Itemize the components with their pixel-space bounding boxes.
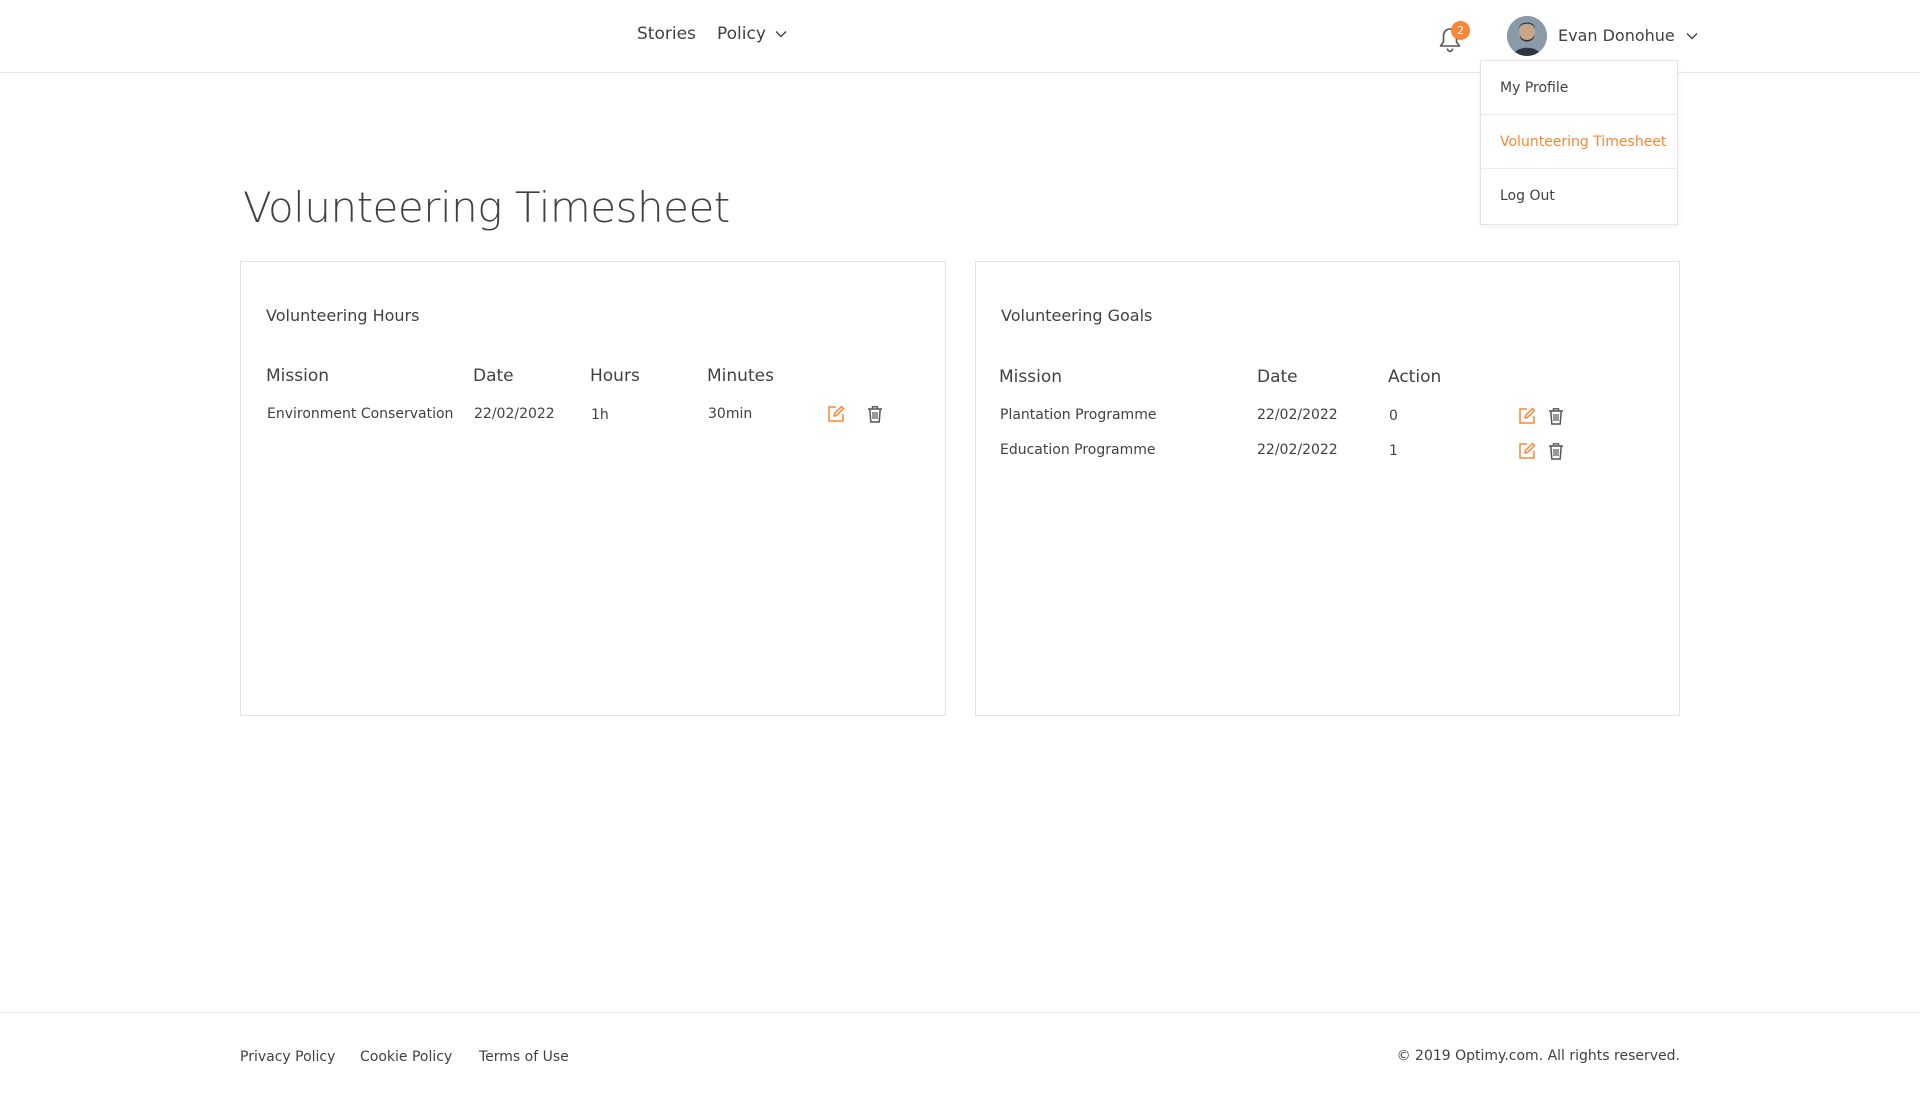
cell-mission: Plantation Programme [1000, 407, 1157, 423]
cell-hours: 1h [591, 407, 609, 423]
notification-badge: 2 [1451, 21, 1470, 40]
menu-item-my-profile[interactable]: My Profile [1481, 61, 1677, 115]
chevron-down-icon [775, 31, 787, 38]
nav-policy[interactable]: Policy [717, 24, 788, 44]
copyright-text: © 2019 Optimy.com. All rights reserved. [1396, 1048, 1680, 1064]
nav-stories[interactable]: Stories [637, 24, 696, 44]
volunteering-hours-card: Volunteering Hours Mission Date Hours Mi… [240, 261, 946, 716]
column-header-mission: Mission [999, 367, 1063, 387]
cell-mission: Environment Conservation [267, 406, 454, 422]
column-header-date: Date [1257, 367, 1298, 387]
user-dropdown-menu: My Profile Volunteering Timesheet Log Ou… [1480, 60, 1678, 225]
avatar[interactable] [1507, 16, 1547, 56]
card-title: Volunteering Goals [1001, 306, 1153, 325]
footer-link-privacy-policy[interactable]: Privacy Policy [240, 1049, 335, 1065]
cell-mission: Education Programme [1000, 442, 1156, 458]
cell-minutes: 30min [708, 406, 753, 422]
menu-item-volunteering-timesheet[interactable]: Volunteering Timesheet [1481, 115, 1677, 169]
column-header-minutes: Minutes [707, 366, 774, 386]
page-footer: Privacy Policy Cookie Policy Terms of Us… [0, 1012, 1920, 1102]
card-title: Volunteering Hours [266, 306, 420, 325]
volunteering-goals-card: Volunteering Goals Mission Date Action P… [975, 261, 1680, 716]
menu-item-log-out[interactable]: Log Out [1481, 169, 1677, 223]
edit-icon[interactable] [1517, 406, 1537, 426]
user-name: Evan Donohue [1558, 26, 1675, 45]
column-header-action: Action [1388, 367, 1442, 387]
footer-link-terms-of-use[interactable]: Terms of Use [479, 1049, 569, 1065]
edit-icon[interactable] [1517, 441, 1537, 461]
footer-link-cookie-policy[interactable]: Cookie Policy [360, 1049, 452, 1065]
chevron-down-icon [1686, 32, 1698, 39]
avatar-image [1507, 16, 1547, 56]
cell-action: 0 [1389, 408, 1398, 424]
cell-action: 1 [1389, 443, 1398, 459]
page-title: Volunteering Timesheet [243, 183, 730, 232]
trash-icon[interactable] [1546, 441, 1566, 461]
nav-policy-label: Policy [717, 24, 766, 44]
edit-icon[interactable] [826, 404, 846, 424]
column-header-date: Date [473, 366, 514, 386]
column-header-hours: Hours [590, 366, 640, 386]
column-header-mission: Mission [266, 366, 330, 386]
cell-date: 22/02/2022 [1257, 407, 1338, 423]
trash-icon[interactable] [865, 404, 885, 424]
cell-date: 22/02/2022 [1257, 442, 1338, 458]
user-menu-toggle[interactable]: Evan Donohue [1558, 26, 1699, 45]
trash-icon[interactable] [1546, 406, 1566, 426]
cell-date: 22/02/2022 [474, 406, 555, 422]
